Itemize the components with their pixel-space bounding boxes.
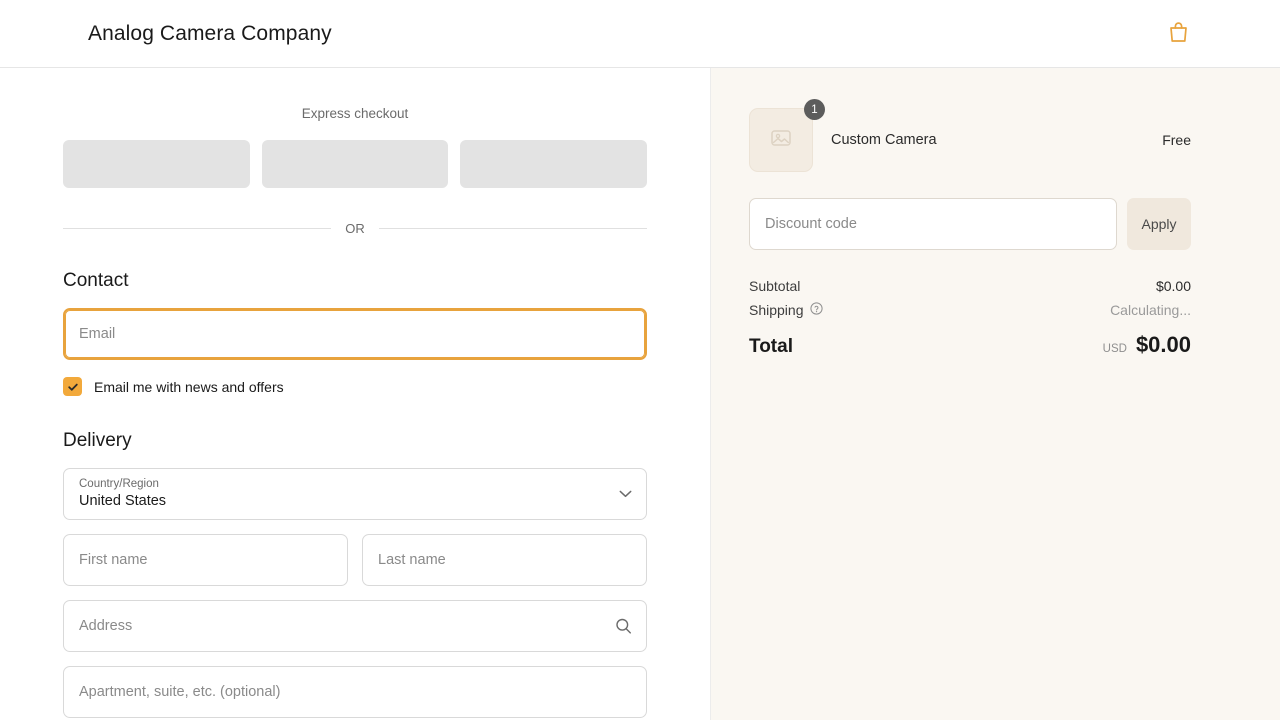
express-button-3[interactable] <box>460 140 648 188</box>
email-placeholder: Email <box>79 326 116 342</box>
shipping-row: Shipping Calculating... <box>749 302 1191 318</box>
checkout-form-column: Express checkout OR Contact Email Email … <box>0 68 710 720</box>
last-name-field[interactable]: Last name <box>362 534 647 586</box>
image-placeholder-icon <box>767 124 795 157</box>
delivery-section-title: Delivery <box>63 430 132 451</box>
or-divider: OR <box>63 221 647 236</box>
help-circle-icon[interactable] <box>809 302 823 318</box>
apply-discount-button[interactable]: Apply <box>1127 198 1191 250</box>
product-price: Free <box>1162 132 1191 148</box>
total-amount-wrap: USD $0.00 <box>1103 332 1191 358</box>
site-header: Analog Camera Company <box>0 0 1280 68</box>
shipping-value: Calculating... <box>1110 302 1191 318</box>
last-name-placeholder: Last name <box>378 552 446 568</box>
express-button-2[interactable] <box>261 140 449 188</box>
chevron-down-icon <box>619 490 632 498</box>
email-field[interactable]: Email <box>63 308 647 360</box>
country-region-label: Country/Region <box>79 478 159 490</box>
check-icon <box>67 383 78 391</box>
discount-code-input[interactable]: Discount code <box>749 198 1117 250</box>
order-summary-column: 1 Custom Camera Free Discount code Apply… <box>710 68 1280 720</box>
apartment-placeholder: Apartment, suite, etc. (optional) <box>79 684 281 700</box>
shipping-label-wrap: Shipping <box>749 302 823 318</box>
express-buttons-row <box>63 140 648 188</box>
total-label: Total <box>749 336 793 357</box>
product-thumbnail <box>749 108 813 172</box>
subtotal-label: Subtotal <box>749 278 801 294</box>
apartment-field[interactable]: Apartment, suite, etc. (optional) <box>63 666 647 718</box>
first-name-placeholder: First name <box>79 552 148 568</box>
search-icon[interactable] <box>615 618 632 635</box>
total-value: $0.00 <box>1135 332 1191 357</box>
subtotal-value: $0.00 <box>1155 278 1191 294</box>
order-line-item: 1 Custom Camera Free <box>749 99 1191 172</box>
shopping-bag-button[interactable] <box>1156 12 1200 56</box>
page-title: Analog Camera Company <box>88 21 332 45</box>
country-region-value: United States <box>79 493 167 509</box>
name-fields-row: First name Last name <box>63 534 647 586</box>
product-thumbnail-wrap: 1 <box>749 99 825 172</box>
product-name: Custom Camera <box>831 132 937 148</box>
or-divider-text: OR <box>345 221 365 236</box>
shopping-bag-icon <box>1168 21 1189 46</box>
address-placeholder: Address <box>79 618 133 634</box>
express-checkout-section: Express checkout OR <box>63 106 648 236</box>
currency-code: USD <box>1102 343 1127 355</box>
address-field[interactable]: Address <box>63 600 647 652</box>
quantity-badge: 1 <box>804 99 825 120</box>
checkout-layout: Express checkout OR Contact Email Email … <box>0 68 1280 720</box>
grand-total-row: Total USD $0.00 <box>749 332 1191 358</box>
newsletter-checkbox[interactable] <box>63 377 82 396</box>
subtotal-row: Subtotal $0.00 <box>749 278 1191 294</box>
country-region-select[interactable]: Country/Region United States <box>63 468 647 520</box>
discount-row: Discount code Apply <box>749 198 1191 250</box>
newsletter-label: Email me with news and offers <box>94 378 284 395</box>
discount-code-placeholder: Discount code <box>765 216 857 232</box>
contact-section-title: Contact <box>63 270 129 291</box>
newsletter-checkbox-row[interactable]: Email me with news and offers <box>63 377 647 396</box>
express-checkout-label: Express checkout <box>301 106 409 121</box>
shipping-label: Shipping <box>749 302 804 318</box>
express-button-1[interactable] <box>63 140 250 188</box>
first-name-field[interactable]: First name <box>63 534 348 586</box>
